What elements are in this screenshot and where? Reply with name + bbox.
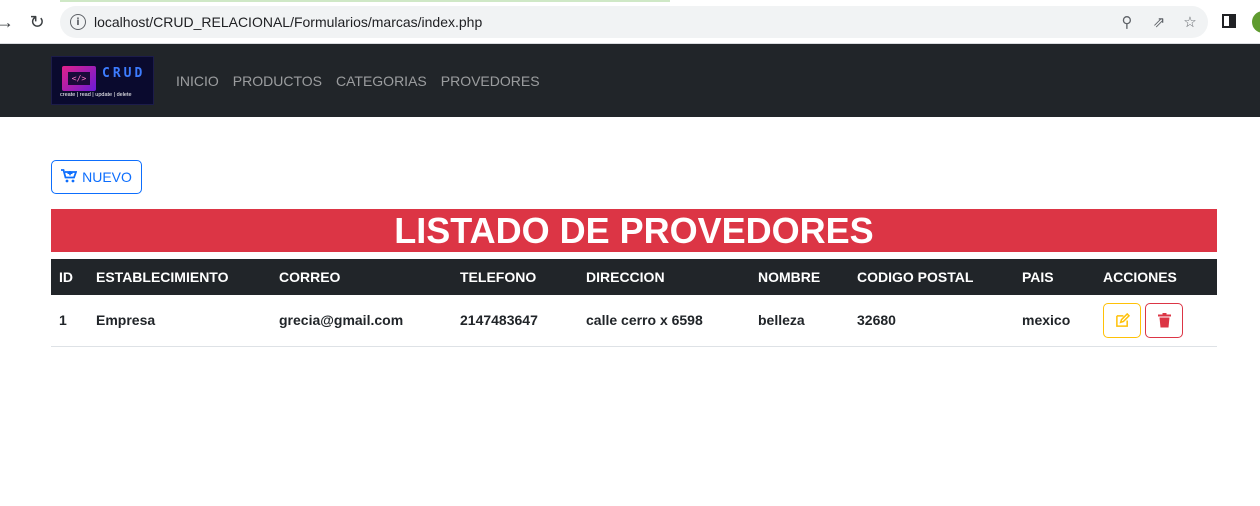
logo-tagline: create | read | update | delete — [60, 92, 132, 98]
cell-telefono: 2147483647 — [460, 312, 538, 329]
nav-links: INICIO PRODUCTOS CATEGORIAS PROVEDORES — [176, 73, 540, 89]
crud-logo[interactable]: </> CRUD create | read | update | delete — [51, 56, 154, 105]
header-telefono: TELEFONO — [460, 269, 537, 285]
side-panel-icon[interactable] — [1222, 14, 1236, 28]
edit-button[interactable] — [1103, 302, 1141, 338]
cell-nombre: belleza — [758, 312, 805, 329]
cell-pais: mexico — [1022, 312, 1071, 329]
address-bar[interactable]: i localhost/CRUD_RELACIONAL/Formularios/… — [60, 6, 1208, 38]
header-pais: PAIS — [1022, 269, 1054, 285]
cell-id: 1 — [59, 312, 67, 329]
site-navbar: </> CRUD create | read | update | delete… — [0, 44, 1260, 117]
providers-table: ID ESTABLECIMIENTO CORREO TELEFONO DIREC… — [51, 259, 1217, 347]
cell-direccion: calle cerro x 6598 — [586, 312, 703, 329]
nav-link-categorias[interactable]: CATEGORIAS — [336, 73, 427, 89]
code-screen-icon: </> — [62, 66, 96, 91]
bookmark-star-icon[interactable]: ☆ — [1181, 13, 1199, 31]
cell-acciones — [1095, 295, 1217, 346]
table-header-row: ID ESTABLECIMIENTO CORREO TELEFONO DIREC… — [51, 259, 1217, 295]
page-title: LISTADO DE PROVEDORES — [51, 209, 1217, 252]
edit-icon — [1115, 312, 1130, 327]
loading-bar — [60, 0, 670, 2]
header-establecimiento: ESTABLECIMIENTO — [96, 269, 229, 285]
new-button-label: NUEVO — [82, 169, 132, 185]
back-icon[interactable]: → — [0, 11, 16, 33]
cart-plus-icon — [61, 168, 78, 186]
cell-correo: grecia@gmail.com — [279, 312, 404, 329]
delete-button[interactable] — [1145, 302, 1183, 338]
reload-icon[interactable]: ↻ — [26, 11, 48, 33]
zoom-icon[interactable]: ⚲ — [1118, 13, 1136, 31]
profile-avatar[interactable] — [1252, 11, 1260, 33]
cell-codigo-postal: 32680 — [857, 312, 896, 329]
header-codigo-postal: CODIGO POSTAL — [857, 269, 974, 285]
header-nombre: NOMBRE — [758, 269, 821, 285]
new-provider-button[interactable]: NUEVO — [51, 160, 142, 194]
browser-toolbar: → ↻ i localhost/CRUD_RELACIONAL/Formular… — [0, 0, 1260, 44]
header-direccion: DIRECCION — [586, 269, 665, 285]
header-correo: CORREO — [279, 269, 341, 285]
nav-link-provedores[interactable]: PROVEDORES — [441, 73, 540, 89]
cell-establecimiento: Empresa — [96, 312, 156, 329]
header-id: ID — [59, 269, 73, 285]
logo-word: CRUD — [102, 66, 146, 81]
nav-link-productos[interactable]: PRODUCTOS — [233, 73, 322, 89]
site-info-icon[interactable]: i — [70, 14, 86, 30]
share-icon[interactable]: ⇗ — [1150, 13, 1168, 31]
header-acciones: ACCIONES — [1103, 269, 1177, 285]
url-text[interactable]: localhost/CRUD_RELACIONAL/Formularios/ma… — [94, 14, 482, 30]
table-row: 1 Empresa grecia@gmail.com 2147483647 ca… — [51, 295, 1217, 346]
nav-link-inicio[interactable]: INICIO — [176, 73, 219, 89]
trash-icon — [1157, 312, 1171, 328]
